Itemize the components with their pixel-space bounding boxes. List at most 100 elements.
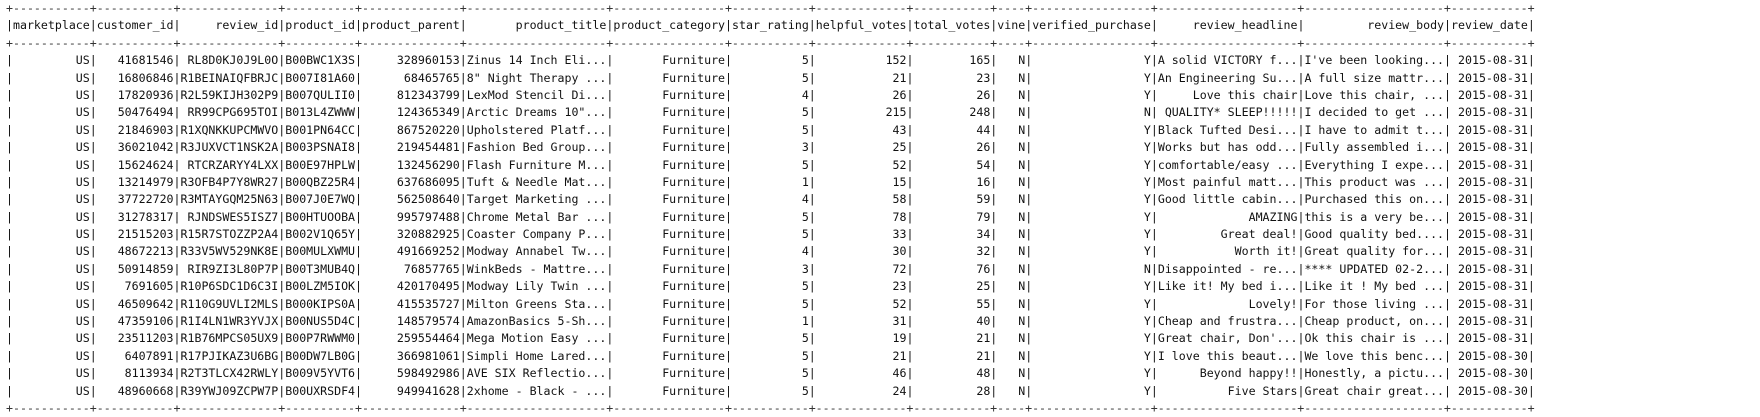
table-cell-helpful-votes: 78 [815, 209, 907, 224]
table-cell-product-id: B013L4ZWWW [285, 105, 356, 120]
table-row: | US| 50476494| RR99CPG695TOI|B013L4ZWWW… [6, 105, 1535, 120]
table-cell-product-title: AmazonBasics 5-Sh... [466, 314, 607, 329]
table-row: | US| 46509642|R110G9UVLI2MLS|B000KIPS0A… [6, 296, 1535, 311]
table-cell-review-headline: Good little cabin... [1157, 192, 1298, 207]
table-cell-review-headline: Cheap and frustra... [1157, 314, 1298, 329]
table-cell-review-body: I've been looking... [1304, 53, 1445, 68]
table-cell-star-rating: 1 [732, 314, 809, 329]
table-cell-total-votes: 25 [913, 279, 991, 294]
table-cell-product-category: Furniture [613, 331, 726, 346]
table-cell-product-parent: 867520220 [362, 122, 460, 137]
table-cell-total-votes: 165 [913, 53, 991, 68]
table-cell-review-headline: QUALITY* SLEEP!!!!! [1157, 105, 1298, 120]
table-cell-review-headline: AMAZING [1157, 209, 1298, 224]
table-cell-helpful-votes: 31 [815, 314, 907, 329]
table-cell-star-rating: 4 [732, 87, 809, 102]
table-row: | US| 7691605|R10P6SDC1D6C3I|B00LZM5IOK|… [6, 279, 1535, 294]
table-cell-product-title: Flash Furniture M... [466, 157, 607, 172]
table-row: | US| 13214979|R3OFB4P7Y8WR27|B00QBZ25R4… [6, 174, 1535, 189]
table-cell-helpful-votes: 21 [815, 348, 907, 363]
table-cell-verified-purchase: Y [1032, 314, 1151, 329]
table-cell-product-category: Furniture [613, 174, 726, 189]
table-cell-product-title: Mega Motion Easy ... [466, 331, 607, 346]
table-cell-verified-purchase: Y [1032, 296, 1151, 311]
table-cell-star-rating: 5 [732, 348, 809, 363]
table-cell-product-id: B000KIPS0A [285, 296, 356, 311]
table-cell-review-id: R15R7STOZZP2A4 [180, 227, 279, 242]
table-cell-total-votes: 248 [913, 105, 991, 120]
table-cell-helpful-votes: 30 [815, 244, 907, 259]
column-header-vine: vine [997, 18, 1026, 33]
table-row: | US| 41681546| RL8D0KJ0J9L0O|B00BWC1X3S… [6, 53, 1535, 68]
table-cell-review-body: I decided to get ... [1304, 105, 1445, 120]
table-cell-total-votes: 44 [913, 122, 991, 137]
table-cell-review-id: R3JUXVCT1NSK2A [180, 140, 279, 155]
table-cell-customer-id: 46509642 [96, 296, 174, 311]
table-cell-review-body: This product was ... [1304, 174, 1445, 189]
column-header-review-headline: review_headline [1157, 18, 1298, 33]
table-cell-review-date: 2015-08-31 [1451, 279, 1528, 294]
table-cell-verified-purchase: Y [1032, 383, 1151, 398]
table-cell-verified-purchase: Y [1032, 192, 1151, 207]
table-cell-review-date: 2015-08-31 [1451, 140, 1528, 155]
table-cell-vine: N [997, 53, 1026, 68]
table-cell-review-id: R39YWJ09ZCPW7P [180, 383, 279, 398]
table-cell-vine: N [997, 314, 1026, 329]
table-cell-product-parent: 420170495 [362, 279, 460, 294]
table-cell-verified-purchase: Y [1032, 122, 1151, 137]
table-cell-star-rating: 5 [732, 70, 809, 85]
table-cell-product-category: Furniture [613, 279, 726, 294]
table-cell-marketplace: US [12, 192, 90, 207]
table-cell-product-category: Furniture [613, 296, 726, 311]
column-header-customer-id: customer_id [96, 18, 174, 33]
table-cell-review-body: A full size mattr... [1304, 70, 1445, 85]
table-cell-product-title: Target Marketing ... [466, 192, 607, 207]
table-cell-review-id: R3MTAYGQM25N63 [180, 192, 279, 207]
table-cell-helpful-votes: 25 [815, 140, 907, 155]
table-cell-review-body: Cheap product, on... [1304, 314, 1445, 329]
table-cell-vine: N [997, 157, 1026, 172]
table-cell-vine: N [997, 87, 1026, 102]
table-cell-product-parent: 491669252 [362, 244, 460, 259]
table-cell-product-title: WinkBeds - Mattre... [466, 261, 607, 276]
table-cell-helpful-votes: 33 [815, 227, 907, 242]
table-cell-review-date: 2015-08-31 [1451, 192, 1528, 207]
table-cell-product-parent: 148579574 [362, 314, 460, 329]
table-cell-product-id: B007I81A60 [285, 70, 356, 85]
table-cell-review-headline: Like it! My bed i... [1157, 279, 1298, 294]
table-cell-review-date: 2015-08-31 [1451, 227, 1528, 242]
table-cell-product-category: Furniture [613, 157, 726, 172]
table-cell-review-headline: comfortable/easy ... [1157, 157, 1298, 172]
table-cell-review-headline: Lovely! [1157, 296, 1298, 311]
table-cell-review-headline: Great deal! [1157, 227, 1298, 242]
table-cell-total-votes: 59 [913, 192, 991, 207]
column-header-review-id: review_id [180, 18, 279, 33]
table-cell-review-date: 2015-08-31 [1451, 157, 1528, 172]
table-cell-review-body: We love this benc... [1304, 348, 1445, 363]
table-cell-product-parent: 598492986 [362, 366, 460, 381]
table-cell-product-category: Furniture [613, 314, 726, 329]
table-cell-product-id: B00DW7LB0G [285, 348, 356, 363]
table-cell-product-title: 2xhome - Black - ... [466, 383, 607, 398]
table-cell-vine: N [997, 192, 1026, 207]
table-cell-marketplace: US [12, 209, 90, 224]
table-cell-product-category: Furniture [613, 105, 726, 120]
table-cell-vine: N [997, 296, 1026, 311]
table-cell-review-date: 2015-08-30 [1451, 348, 1528, 363]
table-cell-helpful-votes: 21 [815, 70, 907, 85]
table-cell-helpful-votes: 52 [815, 296, 907, 311]
table-cell-vine: N [997, 279, 1026, 294]
table-cell-customer-id: 48672213 [96, 244, 174, 259]
table-cell-customer-id: 47359106 [96, 314, 174, 329]
table-cell-customer-id: 21846903 [96, 122, 174, 137]
table-cell-product-title: Coaster Company P... [466, 227, 607, 242]
table-cell-product-parent: 562508640 [362, 192, 460, 207]
table-cell-product-id: B00MULXWMU [285, 244, 356, 259]
table-cell-review-id: R1B76MPCS05UX9 [180, 331, 279, 346]
column-header-verified-purchase: verified_purchase [1032, 18, 1151, 33]
table-cell-review-headline: I love this beaut... [1157, 348, 1298, 363]
table-cell-product-category: Furniture [613, 227, 726, 242]
table-cell-customer-id: 16806846 [96, 70, 174, 85]
table-cell-verified-purchase: Y [1032, 366, 1151, 381]
table-cell-product-parent: 415535727 [362, 296, 460, 311]
